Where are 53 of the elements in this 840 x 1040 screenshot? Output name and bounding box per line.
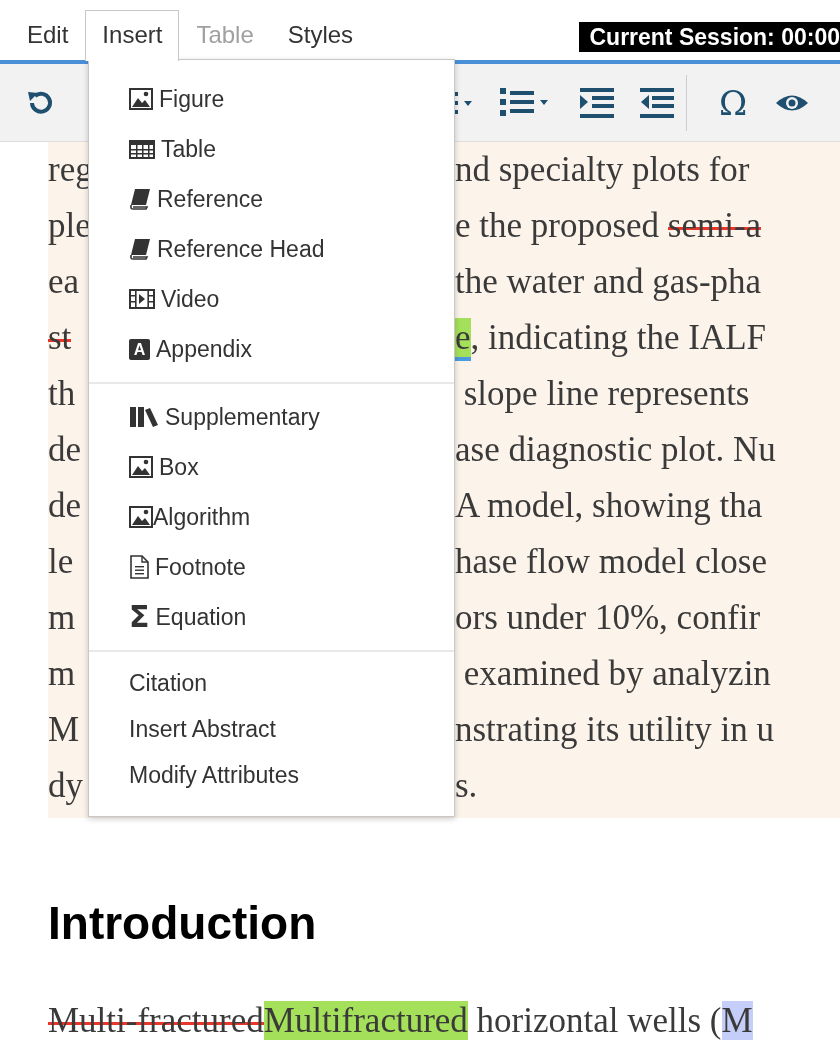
text-fragment: de [48,486,82,525]
text-fragment: ple [48,206,91,245]
text-fragment: A model, showing tha [455,485,763,527]
menu-tab[interactable]: Styles [270,10,371,60]
menu-item[interactable]: Supplementary [89,392,454,442]
menu-item[interactable]: Algorithm [89,492,454,542]
menu-item[interactable]: Footnote [89,542,454,592]
text-fragment: de [48,430,82,469]
menu-item[interactable]: Video [89,274,454,324]
section-heading: Introduction [48,896,318,951]
image-icon [129,88,153,110]
text-fragment: ase diagnostic plot. Nu [455,429,776,471]
text-fragment: hase flow model close [455,541,767,583]
text-fragment: ea [48,262,80,301]
menu-item[interactable]: A Appendix [89,324,454,374]
sigma-icon: Σ [129,602,150,632]
text-fragment: M [48,710,80,749]
letter-icon: A [129,338,150,360]
text-fragment: m [48,598,76,637]
image-icon [129,506,153,528]
books-icon [129,406,159,428]
text-fragment: the water and gas-pha [455,261,762,303]
indent-icon[interactable] [580,86,614,119]
book-icon [129,238,151,260]
table-icon [129,139,155,159]
menu-item[interactable]: Citation [89,660,454,706]
menu-tab[interactable]: Insert [85,10,180,61]
text-fragment: le [48,542,74,581]
text-fragment: dy [48,766,83,805]
menu-item[interactable]: Reference Head [89,224,454,274]
menu-item[interactable]: Modify Attributes [89,752,454,798]
text-fragment: examined by analyzin [462,653,771,695]
text-fragment: th [48,374,76,413]
text-fragment: m [48,654,76,693]
menu-item[interactable]: Reference [89,174,454,224]
text-fragment: ors under 10%, confir [455,597,761,639]
document-icon [129,555,149,579]
text-fragment: nd specialty plots for [455,149,750,191]
text-fragment: s. [455,765,478,807]
image-icon [129,456,153,478]
text-fragment: slope line represents [462,373,750,415]
session-timer: Current Session: 00:00 [579,22,840,52]
menu-item[interactable]: Box [89,442,454,492]
menu-item[interactable]: Table [89,124,454,174]
menu-item[interactable]: Insert Abstract [89,706,454,752]
menu-tab[interactable]: Edit [10,10,86,60]
special-character-button[interactable]: Ω [719,85,748,120]
menu-item[interactable]: Σ Equation [89,592,454,642]
film-icon [129,289,155,309]
text-fragment: nstrating its utility in u [455,709,774,751]
outdent-icon[interactable] [640,86,674,119]
menu-item[interactable]: Figure [89,74,454,124]
book-icon [129,188,151,210]
